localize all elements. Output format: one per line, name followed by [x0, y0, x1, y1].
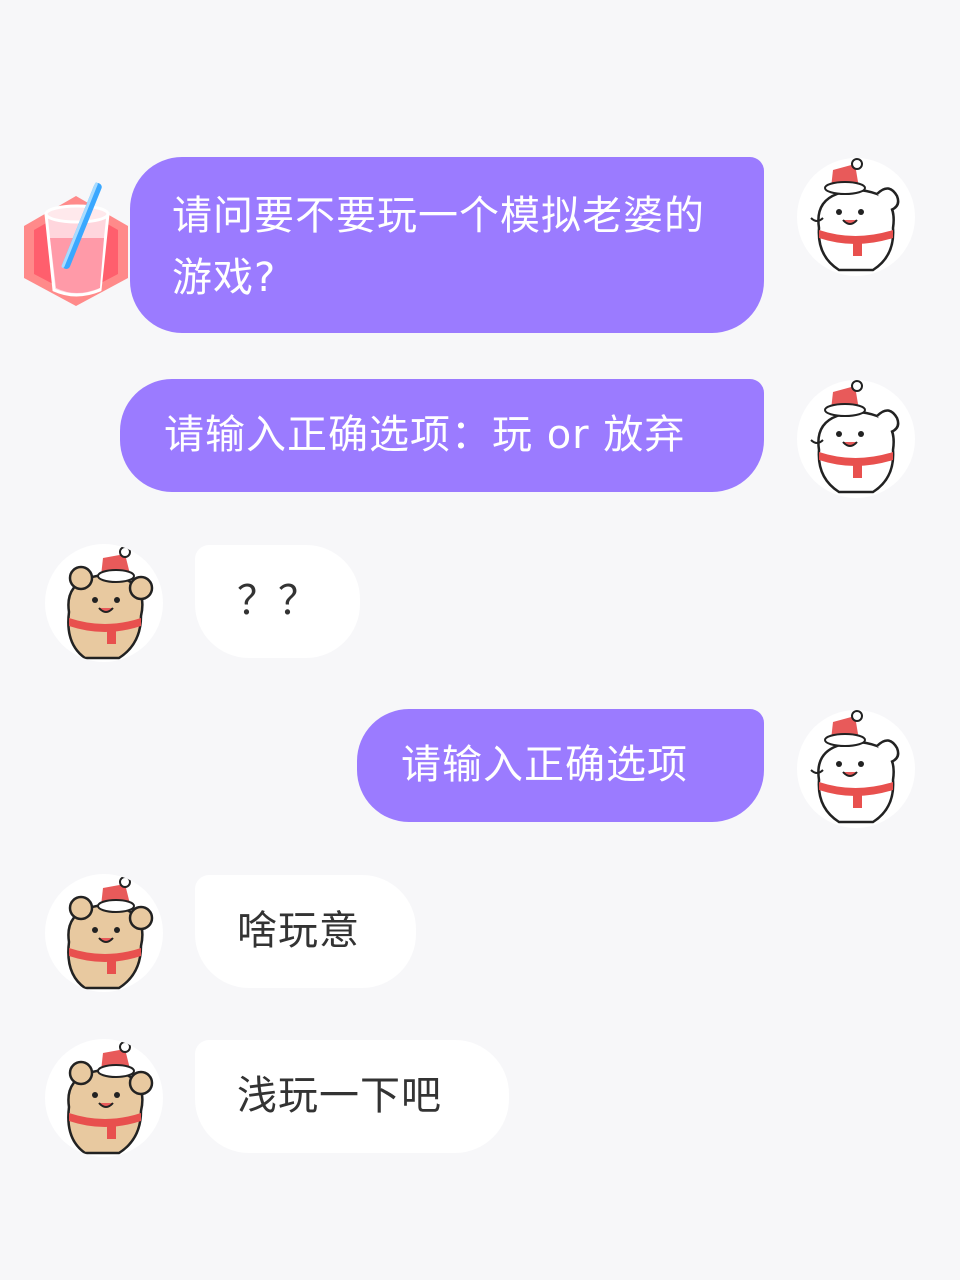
bear-santa-hat-icon — [67, 876, 154, 990]
puppy-santa-hat-icon — [810, 380, 900, 494]
message-bubble-outgoing[interactable]: 请输入正确选项：玩 or 放弃 — [120, 379, 764, 492]
message-bubble-incoming[interactable]: 浅玩一下吧 — [195, 1040, 509, 1153]
message-text: 请输入正确选项：玩 or 放弃 — [164, 412, 686, 458]
message-text: 啥玩意 — [237, 908, 360, 954]
puppy-santa-hat-icon — [810, 710, 900, 824]
bear-santa-hat-icon — [67, 1041, 154, 1155]
drink-cup-icon — [16, 178, 138, 308]
message-bubble-incoming[interactable]: ？？ — [195, 545, 360, 658]
sender-avatar[interactable] — [797, 158, 915, 276]
message-text: 请输入正确选项 — [401, 742, 688, 788]
receiver-avatar[interactable] — [45, 874, 163, 992]
sender-avatar[interactable] — [797, 710, 915, 828]
message-bubble-incoming[interactable]: 啥玩意 — [195, 875, 416, 988]
message-bubble-outgoing[interactable]: 请问要不要玩一个模拟老婆的游戏? — [130, 157, 764, 333]
bear-santa-hat-icon — [67, 546, 154, 660]
puppy-santa-hat-icon — [810, 158, 900, 272]
message-text: ？？ — [237, 578, 319, 624]
receiver-avatar[interactable] — [45, 544, 163, 662]
receiver-avatar[interactable] — [45, 1039, 163, 1157]
message-text: 浅玩一下吧 — [237, 1073, 442, 1119]
message-text: 请问要不要玩一个模拟老婆的游戏? — [172, 193, 705, 301]
sender-avatar[interactable] — [797, 380, 915, 498]
message-bubble-outgoing[interactable]: 请输入正确选项 — [357, 709, 764, 822]
